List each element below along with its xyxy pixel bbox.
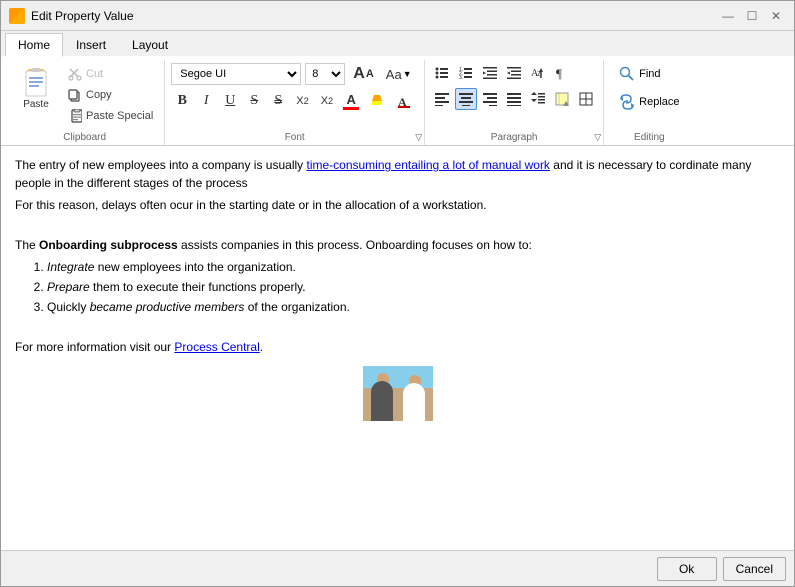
font-color-icon: A (346, 92, 355, 107)
font-color-button[interactable]: A (340, 90, 362, 112)
onboarding-image (363, 366, 433, 421)
sort-button[interactable]: A Z (527, 62, 549, 84)
text-effects-button[interactable]: A (392, 90, 418, 112)
ribbon: Paste Cut (1, 56, 794, 146)
aa-dropdown-button[interactable]: Aa ▼ (382, 64, 416, 85)
clipboard-group: Paste Cut (5, 60, 165, 145)
superscript-button[interactable]: X2 (291, 90, 313, 112)
paste-special-label: Paste Special (86, 110, 153, 122)
small-clipboard-buttons: Cut Copy (63, 62, 158, 126)
list-item-1: Integrate new employees into the organiz… (47, 258, 780, 276)
ribbon-tabs: Home Insert Layout (1, 31, 794, 56)
paragraph1-link[interactable]: time-consuming entailing a lot of manual… (306, 158, 549, 172)
subscript-button[interactable]: X2 (316, 90, 338, 112)
bullets-button[interactable] (431, 62, 453, 84)
font-row2: B I U S S X2 X2 A (171, 90, 418, 112)
find-label: Find (639, 68, 660, 80)
highlight-button[interactable] (364, 90, 390, 112)
font-size-select[interactable]: 8 9 10 11 12 (305, 63, 345, 85)
para-row1: 1. 2. 3. (431, 62, 573, 84)
font-color-bar (343, 107, 359, 110)
bottom-bar: Ok Cancel (1, 550, 794, 586)
justify-button[interactable] (503, 88, 525, 110)
paste-label: Paste (23, 99, 49, 110)
aa-label: Aa (386, 67, 402, 82)
svg-text:¶: ¶ (556, 66, 562, 80)
strikethrough-button[interactable]: S (243, 90, 265, 112)
copy-button[interactable]: Copy (63, 85, 158, 105)
title-bar-buttons: — ☐ ✕ (718, 6, 786, 26)
font-expand-icon[interactable]: ▽ (415, 132, 422, 143)
indent-increase-button[interactable] (479, 62, 501, 84)
font-grow-icon: A (353, 65, 365, 83)
copy-label: Copy (86, 89, 112, 101)
close-button[interactable]: ✕ (766, 6, 786, 26)
person2-body (403, 383, 425, 421)
aa-dropdown-icon: ▼ (403, 69, 412, 79)
clipboard-label: Clipboard (5, 132, 164, 143)
font-group: Segoe UI 8 9 10 11 12 A A Aa (165, 60, 425, 145)
ok-button[interactable]: Ok (657, 557, 717, 581)
italic-button[interactable]: I (195, 90, 217, 112)
font-family-select[interactable]: Segoe UI (171, 63, 301, 85)
numbering-button[interactable]: 1. 2. 3. (455, 62, 477, 84)
font-label: Font (165, 132, 424, 143)
paragraph-group: 1. 2. 3. (425, 60, 604, 145)
double-strikethrough-button[interactable]: S (267, 90, 289, 112)
bold-button[interactable]: B (171, 90, 193, 112)
replace-button[interactable]: Replace (610, 90, 688, 114)
main-window: Edit Property Value — ☐ ✕ Home Insert La… (0, 0, 795, 587)
align-left-button[interactable] (431, 88, 453, 110)
tab-insert[interactable]: Insert (63, 33, 119, 56)
paste-icon (20, 67, 52, 99)
process-central-link[interactable]: Process Central (174, 340, 259, 354)
paragraph-expand-icon[interactable]: ▽ (594, 132, 601, 143)
para-row2 (431, 88, 597, 110)
cancel-button[interactable]: Cancel (723, 557, 786, 581)
paragraph3: The Onboarding subprocess assists compan… (15, 236, 780, 254)
font-grow-button[interactable]: A A (349, 62, 378, 86)
list-item-3: Quickly became productive members of the… (47, 298, 780, 316)
editing-label: Editing (604, 132, 694, 143)
font-row1: Segoe UI 8 9 10 11 12 A A Aa (171, 62, 418, 86)
paragraph1: The entry of new employees into a compan… (15, 156, 780, 192)
font-shrink-icon: A (366, 68, 374, 80)
find-button[interactable]: Find (610, 62, 669, 86)
person1-body (371, 381, 393, 421)
minimize-button[interactable]: — (718, 6, 738, 26)
title-bar: Edit Property Value — ☐ ✕ (1, 1, 794, 31)
align-center-button[interactable] (455, 88, 477, 110)
shading-button[interactable] (551, 88, 573, 110)
borders-button[interactable] (575, 88, 597, 110)
list-item-2: Prepare them to execute their functions … (47, 278, 780, 296)
paste-special-button[interactable]: Paste Special (63, 106, 158, 126)
show-hide-button[interactable]: ¶ (551, 62, 573, 84)
line-spacing-button[interactable] (527, 88, 549, 110)
tab-layout[interactable]: Layout (119, 33, 181, 56)
onboarding-subprocess-bold: Onboarding subprocess (39, 238, 178, 252)
cut-label: Cut (86, 68, 103, 80)
editing-group: Find Replace Editing (604, 60, 694, 145)
image-content (363, 366, 433, 421)
indent-decrease-button[interactable] (503, 62, 525, 84)
tab-home[interactable]: Home (5, 33, 63, 57)
window-title: Edit Property Value (31, 9, 718, 23)
paragraph4: For more information visit our Process C… (15, 338, 780, 356)
paste-button[interactable]: Paste (11, 62, 61, 115)
paragraph2: For this reason, delays often ocur in th… (15, 196, 780, 214)
underline-button[interactable]: U (219, 90, 241, 112)
content-area[interactable]: The entry of new employees into a compan… (1, 146, 794, 550)
content-list: Integrate new employees into the organiz… (47, 258, 780, 316)
image-container (15, 366, 780, 421)
paragraph-label: Paragraph (425, 132, 603, 143)
cut-button[interactable]: Cut (63, 64, 158, 84)
replace-label: Replace (639, 96, 679, 108)
svg-text:3.: 3. (459, 75, 463, 80)
window-icon (9, 8, 25, 24)
maximize-button[interactable]: ☐ (742, 6, 762, 26)
align-right-button[interactable] (479, 88, 501, 110)
